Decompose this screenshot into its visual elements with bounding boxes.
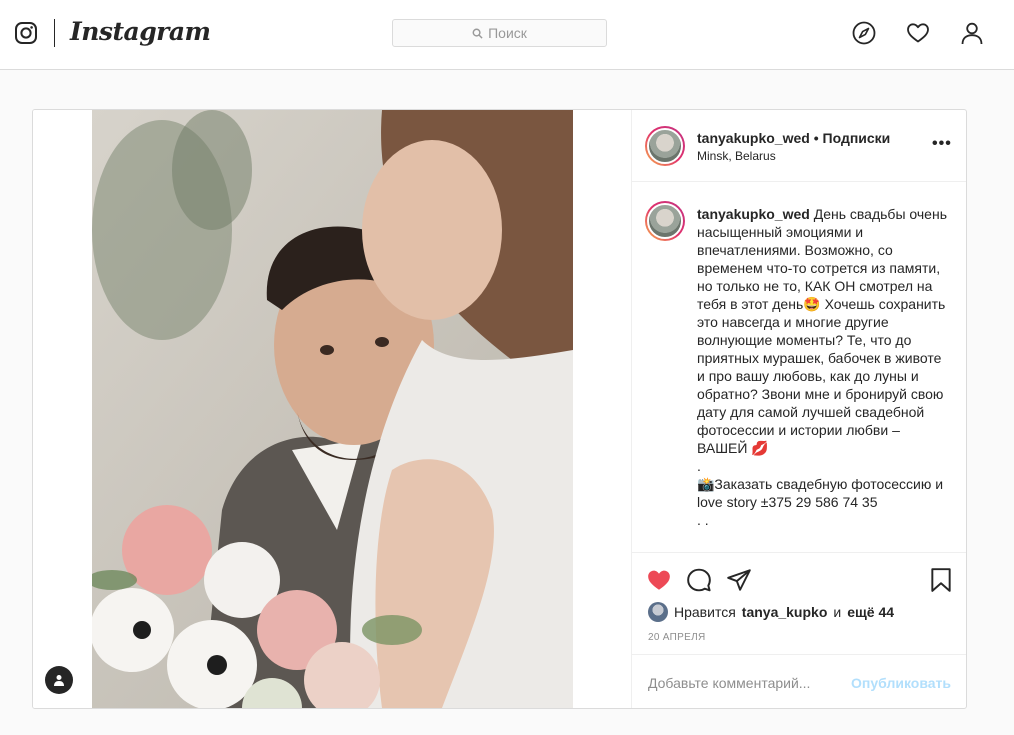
post-media-area bbox=[33, 110, 631, 708]
liker-username-link[interactable]: tanya_kupko bbox=[742, 604, 828, 620]
likes-and: и bbox=[833, 604, 842, 620]
more-options-button[interactable]: ••• bbox=[932, 135, 952, 153]
search-placeholder: Поиск bbox=[488, 25, 527, 41]
follow-status-label[interactable]: • Подписки bbox=[814, 130, 891, 146]
comment-input[interactable]: Добавьте комментарий... bbox=[648, 675, 810, 691]
instagram-wordmark-logo[interactable]: Instagram bbox=[70, 17, 211, 46]
caption-author-link[interactable]: tanyakupko_wed bbox=[697, 206, 810, 222]
likes-more-link[interactable]: ещё 44 bbox=[847, 604, 894, 620]
post-header: tanyakupko_wed • Подписки Minsk, Belarus… bbox=[632, 110, 966, 182]
post-photo[interactable] bbox=[92, 110, 573, 708]
profile-user-icon[interactable] bbox=[960, 21, 984, 45]
activity-heart-icon[interactable] bbox=[906, 21, 930, 45]
post-author-line: tanyakupko_wed • Подписки bbox=[697, 130, 890, 146]
author-username-link[interactable]: tanyakupko_wed bbox=[697, 130, 810, 146]
post-actions-section: Нравится tanya_kupko и ещё 44 20 АПРЕЛЯ … bbox=[632, 552, 966, 708]
top-navigation-bar: Instagram Поиск bbox=[0, 0, 1014, 70]
tagged-users-button[interactable] bbox=[45, 666, 73, 694]
comment-bubble-icon[interactable] bbox=[686, 567, 712, 593]
comment-form: Добавьте комментарий... Опубликовать bbox=[632, 654, 966, 708]
post-card: tanyakupko_wed • Подписки Minsk, Belarus… bbox=[32, 109, 967, 709]
save-bookmark-icon[interactable] bbox=[928, 567, 954, 593]
search-icon bbox=[472, 28, 483, 39]
logo-divider bbox=[54, 19, 55, 47]
likes-prefix: Нравится bbox=[674, 604, 736, 620]
post-sidebar: tanyakupko_wed • Подписки Minsk, Belarus… bbox=[631, 110, 966, 708]
search-input[interactable]: Поиск bbox=[392, 19, 607, 47]
explore-compass-icon[interactable] bbox=[852, 21, 876, 45]
caption-text: tanyakupko_wed День свадьбы очень насыще… bbox=[697, 205, 947, 529]
instagram-glyph-icon[interactable] bbox=[14, 21, 38, 45]
caption-body: День свадьбы очень насыщенный эмоциями и… bbox=[697, 206, 947, 528]
publish-comment-button[interactable]: Опубликовать bbox=[851, 675, 951, 691]
like-heart-icon[interactable] bbox=[646, 567, 672, 593]
author-avatar[interactable] bbox=[645, 126, 685, 166]
location-link[interactable]: Minsk, Belarus bbox=[697, 149, 776, 163]
caption-area: tanyakupko_wed День свадьбы очень насыще… bbox=[632, 183, 966, 552]
wedding-couple-photo bbox=[92, 110, 573, 708]
user-tag-icon bbox=[54, 675, 64, 686]
post-date[interactable]: 20 АПРЕЛЯ bbox=[648, 632, 705, 643]
liker-avatar[interactable] bbox=[648, 602, 668, 622]
caption-author-avatar[interactable] bbox=[645, 201, 685, 241]
share-plane-icon[interactable] bbox=[726, 567, 752, 593]
likes-summary: Нравится tanya_kupko и ещё 44 bbox=[648, 601, 894, 623]
